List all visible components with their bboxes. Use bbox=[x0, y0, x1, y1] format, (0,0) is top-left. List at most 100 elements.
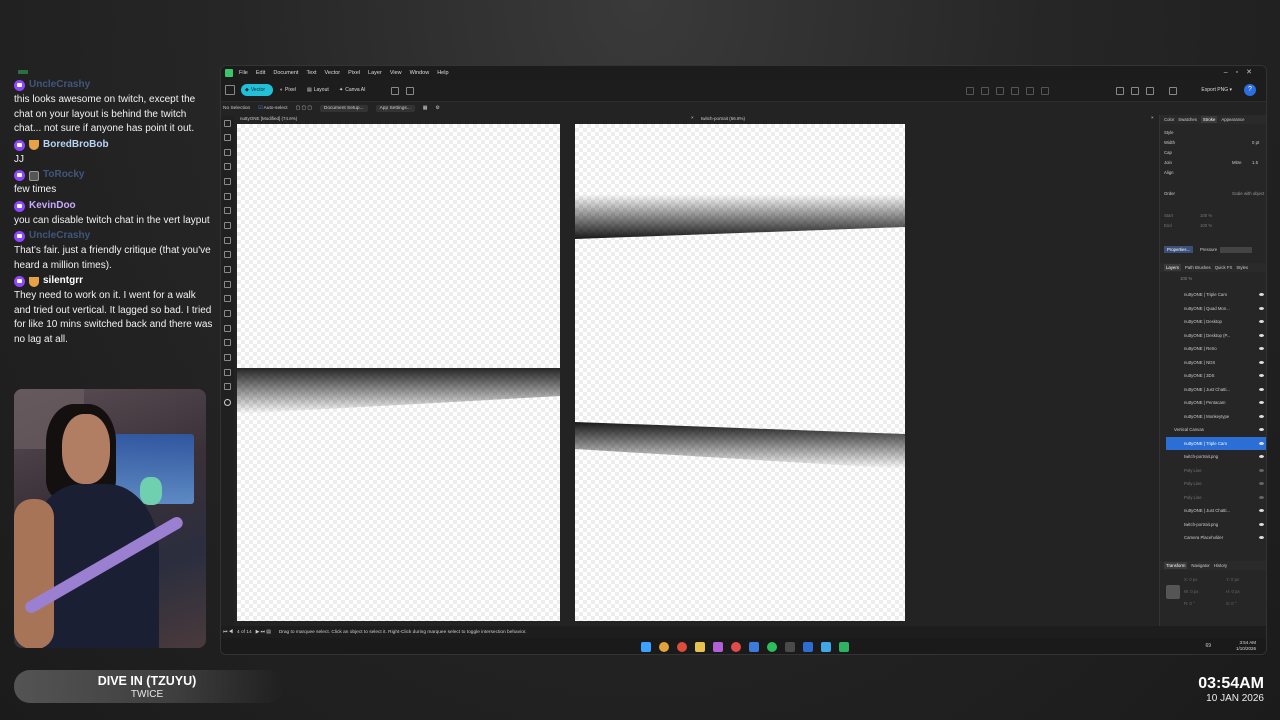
visibility-eye-icon[interactable] bbox=[1259, 320, 1264, 324]
visibility-eye-icon[interactable] bbox=[1259, 374, 1264, 378]
layer-opacity[interactable]: 100 % bbox=[1180, 276, 1192, 281]
tab-appearance[interactable]: Appearance bbox=[1221, 117, 1244, 122]
tab-layers[interactable]: Layers bbox=[1164, 264, 1181, 271]
visibility-eye-icon[interactable] bbox=[1259, 414, 1264, 418]
anchor-icon[interactable] bbox=[1166, 585, 1180, 599]
layer-row[interactable]: nuttyONE | Desktop bbox=[1166, 315, 1266, 329]
visibility-eye-icon[interactable] bbox=[1259, 387, 1264, 391]
layer-row[interactable]: Camera Placeholder bbox=[1166, 531, 1266, 545]
visibility-eye-icon[interactable] bbox=[1259, 306, 1264, 310]
layer-row[interactable]: nuttyONE | Desktop (P... bbox=[1166, 329, 1266, 343]
record-icon[interactable] bbox=[731, 642, 741, 652]
tab-navigator[interactable]: Navigator bbox=[1191, 563, 1209, 568]
layer-row[interactable]: nuttyONE | NDS bbox=[1166, 356, 1266, 370]
menu-edit[interactable]: Edit bbox=[256, 70, 265, 76]
tab-path-brushes[interactable]: Path Brushes bbox=[1185, 265, 1211, 270]
export-button[interactable]: Export PNG ▾ bbox=[1197, 84, 1236, 96]
visibility-eye-icon[interactable] bbox=[1259, 347, 1264, 351]
chat-username[interactable]: KevinDoo bbox=[29, 199, 76, 214]
home-icon[interactable] bbox=[225, 85, 235, 95]
close-doc-icon[interactable] bbox=[406, 87, 414, 95]
document-setup-button[interactable]: Document Setup... bbox=[319, 104, 368, 112]
layer-row[interactable]: nuttyONE | Quad Mon... bbox=[1166, 302, 1266, 316]
tab-stroke[interactable]: Stroke bbox=[1200, 116, 1218, 123]
visibility-eye-icon[interactable] bbox=[1259, 401, 1264, 405]
app-icon[interactable] bbox=[749, 642, 759, 652]
tab-quick-fx[interactable]: Quick FX bbox=[1215, 265, 1233, 270]
tab-styles[interactable]: Styles bbox=[1236, 265, 1248, 270]
layer-row[interactable]: nuttyONE | Pentacam bbox=[1166, 396, 1266, 410]
photos-icon[interactable] bbox=[713, 642, 723, 652]
boolean-intersect-icon[interactable] bbox=[996, 87, 1004, 95]
visibility-eye-icon[interactable] bbox=[1259, 293, 1264, 297]
settings-gear-icon[interactable]: ⚙ bbox=[435, 106, 439, 111]
browser-icon[interactable] bbox=[677, 642, 687, 652]
tab-color[interactable]: Color bbox=[1164, 117, 1174, 122]
layer-row[interactable]: nuttyONE | Monkeytype bbox=[1166, 410, 1266, 424]
transform-w[interactable]: W: 0 px bbox=[1184, 589, 1199, 594]
visibility-eye-icon[interactable] bbox=[1259, 482, 1264, 486]
transform-r[interactable]: R: 0 ° bbox=[1184, 601, 1195, 606]
tab-history[interactable]: History bbox=[1214, 563, 1227, 568]
pressure-slider[interactable] bbox=[1220, 247, 1252, 253]
menu-view[interactable]: View bbox=[390, 70, 402, 76]
persona-pixel[interactable]: ◐ Pixel bbox=[276, 84, 300, 96]
pressure-label[interactable]: Pressure bbox=[1200, 247, 1217, 252]
tab-twitch-portrait[interactable]: twitch-portrait (56.8%) bbox=[701, 116, 745, 121]
chat-username[interactable]: silentgrr bbox=[43, 274, 83, 289]
more-tools-icon[interactable] bbox=[224, 399, 231, 406]
snapping-icon[interactable] bbox=[1116, 87, 1124, 95]
menu-file[interactable]: File bbox=[239, 70, 248, 76]
transparency-tool-icon[interactable] bbox=[224, 281, 231, 288]
boolean-subtract-icon[interactable] bbox=[981, 87, 989, 95]
move-tool-icon[interactable] bbox=[224, 120, 231, 127]
align-icon[interactable] bbox=[1026, 87, 1034, 95]
layer-row[interactable]: twitch-portrait.png bbox=[1166, 450, 1266, 464]
place-image-icon[interactable] bbox=[224, 295, 231, 302]
canvas-area[interactable] bbox=[234, 124, 1158, 621]
document-canvas-right[interactable] bbox=[575, 124, 905, 621]
stroke-width-value[interactable]: 0 pt bbox=[1252, 140, 1259, 145]
properties-button[interactable]: Properties... bbox=[1164, 246, 1194, 253]
document-canvas-left[interactable] bbox=[237, 124, 560, 621]
visibility-eye-icon[interactable] bbox=[1259, 509, 1264, 513]
layer-row[interactable]: nuttyONE | 3DS bbox=[1166, 369, 1266, 383]
shape-tool-icon[interactable] bbox=[224, 251, 231, 258]
app2-icon[interactable] bbox=[803, 642, 813, 652]
fill-tool-icon[interactable] bbox=[224, 237, 231, 244]
chat-username[interactable]: UncleCrashy bbox=[29, 229, 90, 244]
visibility-eye-icon[interactable] bbox=[1259, 441, 1264, 445]
distribute-icon[interactable] bbox=[1041, 87, 1049, 95]
chat-username[interactable]: ToRocky bbox=[43, 168, 85, 183]
windows-start-icon[interactable] bbox=[641, 642, 651, 652]
transform-x[interactable]: X: 0 px bbox=[1184, 577, 1197, 582]
visibility-eye-icon[interactable] bbox=[1259, 522, 1264, 526]
hand-tool-icon[interactable] bbox=[224, 369, 231, 376]
crop-tool-icon[interactable] bbox=[224, 310, 231, 317]
layer-row[interactable]: nuttyONE | Just Chatti... bbox=[1166, 504, 1266, 518]
spotify-icon[interactable] bbox=[767, 642, 777, 652]
menu-text[interactable]: Text bbox=[306, 70, 316, 76]
boolean-add-icon[interactable] bbox=[966, 87, 974, 95]
layer-row[interactable]: Poly Line bbox=[1166, 491, 1266, 505]
node-tool-icon[interactable] bbox=[224, 134, 231, 141]
layer-row[interactable]: Poly Line bbox=[1166, 477, 1266, 491]
tray-temp[interactable]: 69 bbox=[1205, 643, 1211, 649]
text-tool-icon[interactable] bbox=[224, 266, 231, 273]
layer-row[interactable]: nuttyONE | Retro bbox=[1166, 342, 1266, 356]
auto-select-toggle[interactable]: ☑ Auto-select bbox=[258, 106, 287, 111]
view-mode-icon[interactable] bbox=[1131, 87, 1139, 95]
terminal-icon[interactable] bbox=[785, 642, 795, 652]
persona-vector[interactable]: ◆ Vector bbox=[241, 84, 273, 96]
visibility-eye-icon[interactable] bbox=[1259, 455, 1264, 459]
transform-s[interactable]: S: 0 ° bbox=[1226, 601, 1237, 606]
corner-tool-icon[interactable] bbox=[224, 163, 231, 170]
help-icon[interactable]: ? bbox=[1244, 84, 1256, 96]
visibility-eye-icon[interactable] bbox=[1259, 468, 1264, 472]
stroke-mitre-value[interactable]: 1.5 bbox=[1252, 160, 1258, 165]
page-nav-next-icon[interactable]: ▶ ⏭ ▤ bbox=[256, 629, 271, 635]
menu-window[interactable]: Window bbox=[410, 70, 430, 76]
persona-layout[interactable]: ▤ Layout bbox=[303, 84, 333, 96]
scale-with-object[interactable]: Scale with object bbox=[1232, 191, 1264, 196]
tab-transform[interactable]: Transform bbox=[1164, 562, 1188, 569]
